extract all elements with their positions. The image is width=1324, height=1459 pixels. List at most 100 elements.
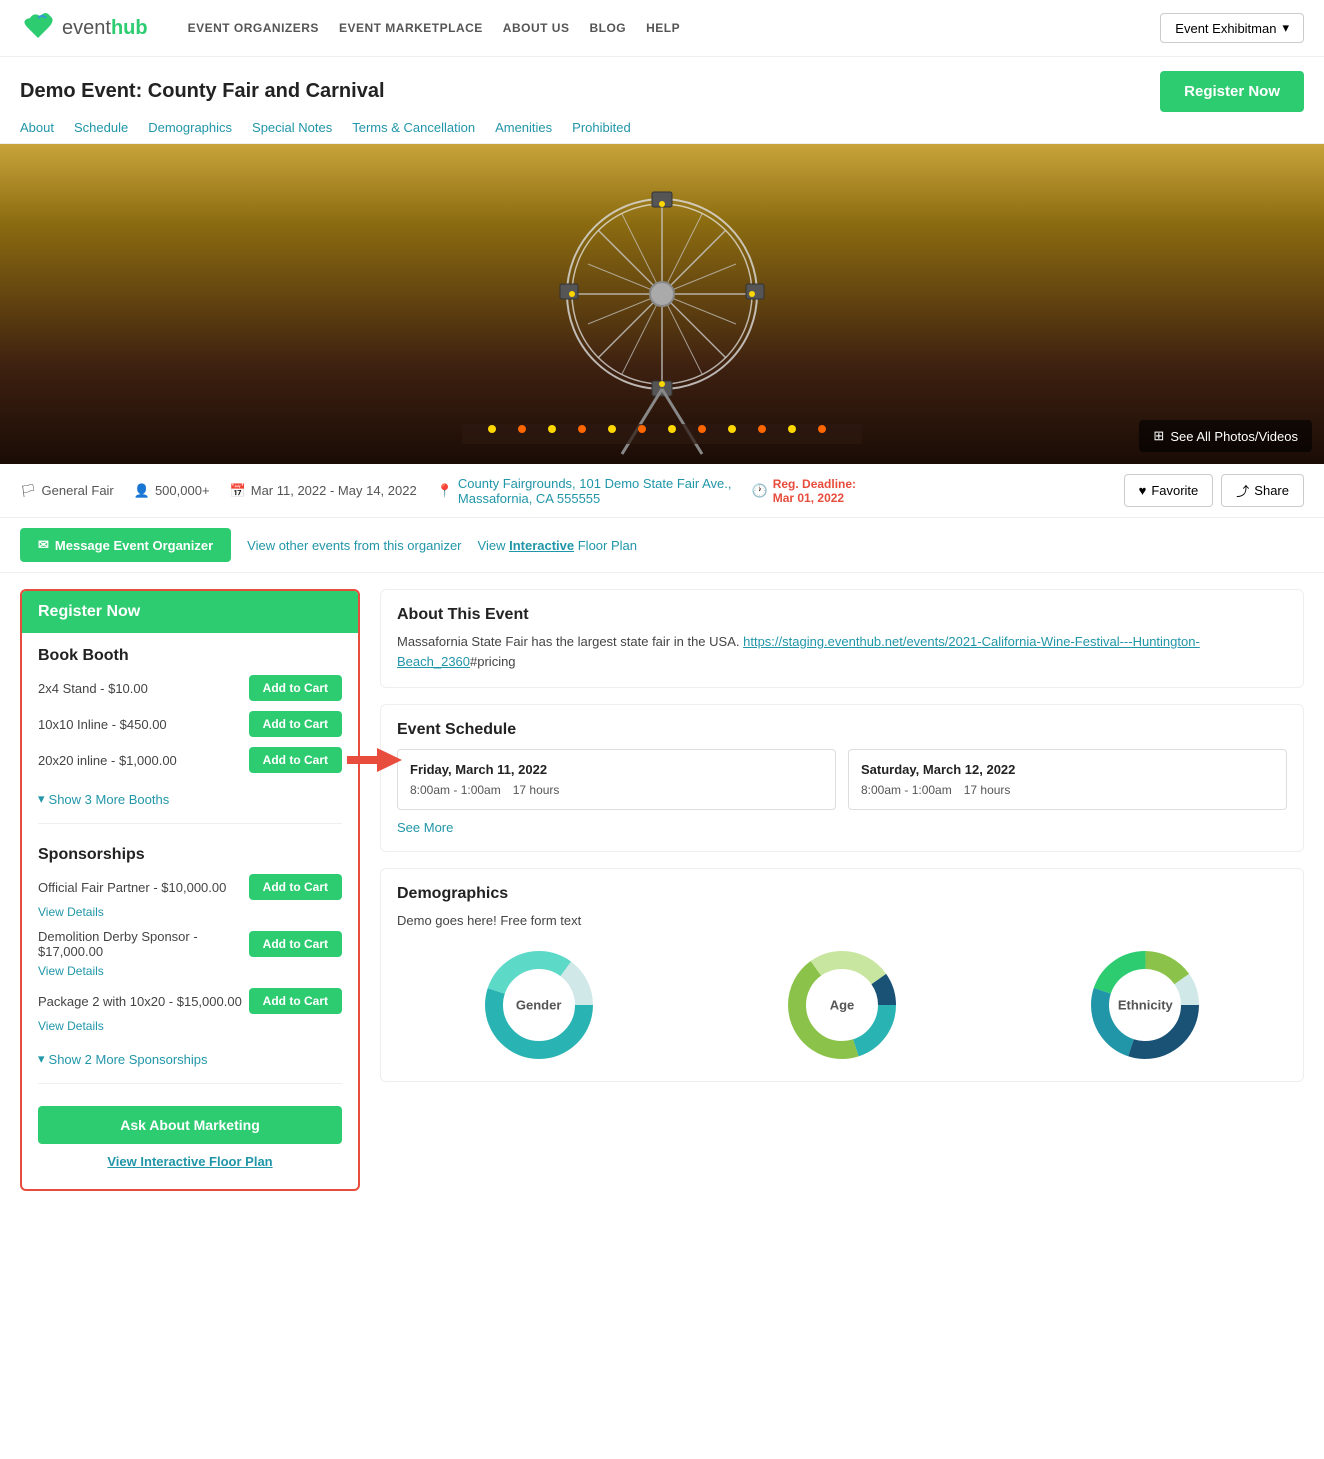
add-to-cart-button-booth-1[interactable]: Add to Cart: [249, 675, 342, 701]
calendar-icon: 📅: [230, 483, 246, 499]
flag-icon: 🏳: [20, 483, 37, 499]
ask-marketing-button[interactable]: Ask About Marketing: [38, 1106, 342, 1144]
tab-demographics[interactable]: Demographics: [148, 120, 232, 135]
share-icon: ⤴: [1236, 481, 1249, 500]
sponsor-item-2: Demolition Derby Sponsor - $17,000.00 Ad…: [38, 929, 342, 978]
sponsor-item-1: Official Fair Partner - $10,000.00 Add t…: [38, 874, 342, 919]
page-header: Demo Event: County Fair and Carnival Reg…: [0, 57, 1324, 120]
gender-donut: Gender: [479, 945, 599, 1065]
user-menu-button[interactable]: Event Exhibitman ▾: [1160, 13, 1304, 43]
meta-deadline: 🕐 Reg. Deadline: Mar 01, 2022: [752, 477, 857, 505]
action-row: ✉ Message Event Organizer View other eve…: [0, 518, 1324, 573]
schedule-card-2: Saturday, March 12, 2022 8:00am - 1:00am…: [848, 749, 1287, 810]
main-content: About This Event Massafornia State Fair …: [380, 589, 1304, 1191]
nav-right: Event Exhibitman ▾: [1160, 13, 1304, 43]
sidebar-bottom: Ask About Marketing View Interactive Flo…: [22, 1092, 358, 1173]
tab-about[interactable]: About: [20, 120, 54, 135]
book-booth-section: Book Booth 2x4 Stand - $10.00 Add to Car…: [22, 633, 358, 787]
sponsor-item-3: Package 2 with 10x20 - $15,000.00 Add to…: [38, 988, 342, 1033]
demographics-text: Demo goes here! Free form text: [397, 911, 1287, 931]
nav-links: EVENT ORGANIZERS EVENT MARKETPLACE ABOUT…: [188, 21, 681, 35]
about-title: About This Event: [397, 606, 1287, 624]
booth-item-3: 20x20 inline - $1,000.00 Add to Cart: [38, 747, 342, 773]
sidebar-divider-1: [38, 823, 342, 824]
sponsorships-section: Sponsorships Official Fair Partner - $10…: [22, 832, 358, 1047]
booth-item-2: 10x10 Inline - $450.00 Add to Cart: [38, 711, 342, 737]
register-sidebar: Register Now Book Booth 2x4 Stand - $10.…: [20, 589, 360, 1191]
view-details-link-sponsor-2[interactable]: View Details: [38, 964, 104, 978]
tab-prohibited[interactable]: Prohibited: [572, 120, 631, 135]
share-button[interactable]: ⤴ Share: [1221, 474, 1304, 507]
about-text: Massafornia State Fair has the largest s…: [397, 632, 1287, 671]
interactive-floor-plan-link-action[interactable]: View Interactive Floor Plan: [478, 538, 637, 553]
schedule-section: Event Schedule Friday, March 11, 2022 8:…: [380, 704, 1304, 852]
add-to-cart-button-booth-2[interactable]: Add to Cart: [249, 711, 342, 737]
location-icon: 📍: [437, 483, 453, 499]
see-all-photos-button[interactable]: ⊞ See All Photos/Videos: [1139, 420, 1312, 452]
hero-image: ⊞ See All Photos/Videos: [0, 144, 1324, 464]
favorite-button[interactable]: ♥ Favorite: [1124, 474, 1214, 507]
envelope-icon: ✉: [38, 537, 49, 553]
schedule-grid: Friday, March 11, 2022 8:00am - 1:00am 1…: [397, 749, 1287, 810]
gender-chart: Gender: [479, 945, 599, 1065]
main-layout: Register Now Book Booth 2x4 Stand - $10.…: [0, 573, 1324, 1207]
schedule-time-1: 8:00am - 1:00am 17 hours: [410, 783, 823, 797]
nav-event-marketplace[interactable]: EVENT MARKETPLACE: [339, 21, 483, 35]
ferris-wheel-svg: [412, 164, 912, 464]
nav-event-organizers[interactable]: EVENT ORGANIZERS: [188, 21, 319, 35]
schedule-time-2: 8:00am - 1:00am 17 hours: [861, 783, 1274, 797]
age-donut: Age: [782, 945, 902, 1065]
chart-row: Gender Age: [397, 945, 1287, 1065]
meta-type: 🏳 General Fair: [20, 483, 114, 499]
tab-special-notes[interactable]: Special Notes: [252, 120, 332, 135]
chevron-down-icon: ▾: [1282, 20, 1289, 36]
sidebar-divider-2: [38, 1083, 342, 1084]
register-now-button-top[interactable]: Register Now: [1160, 71, 1304, 112]
meta-location: 📍 County Fairgrounds, 101 Demo State Fai…: [437, 476, 732, 506]
logo[interactable]: eventhub: [20, 10, 148, 46]
message-organizer-button[interactable]: ✉ Message Event Organizer: [20, 528, 231, 562]
nav-help[interactable]: HELP: [646, 21, 680, 35]
event-meta-bar: 🏳 General Fair 👤 500,000+ 📅 Mar 11, 2022…: [0, 464, 1324, 518]
book-booth-title: Book Booth: [38, 647, 342, 665]
add-to-cart-button-sponsor-1[interactable]: Add to Cart: [249, 874, 342, 900]
meta-attendees: 👤 500,000+: [134, 483, 210, 499]
grid-icon: ⊞: [1153, 428, 1164, 444]
floor-plan-link-sidebar[interactable]: View Interactive Floor Plan: [38, 1154, 342, 1169]
schedule-card-1: Friday, March 11, 2022 8:00am - 1:00am 1…: [397, 749, 836, 810]
red-arrow-indicator: [347, 748, 402, 772]
ethnicity-donut: Ethnicity: [1085, 945, 1205, 1065]
location-link[interactable]: County Fairgrounds, 101 Demo State Fair …: [458, 476, 732, 506]
add-to-cart-button-sponsor-2[interactable]: Add to Cart: [249, 931, 342, 957]
add-to-cart-button-sponsor-3[interactable]: Add to Cart: [249, 988, 342, 1014]
section-tabs: About Schedule Demographics Special Note…: [0, 120, 1324, 144]
tab-schedule[interactable]: Schedule: [74, 120, 128, 135]
show-more-booths-link[interactable]: ▾ Show 3 More Booths: [22, 787, 358, 815]
sidebar-header: Register Now: [22, 591, 358, 633]
booth-item-1: 2x4 Stand - $10.00 Add to Cart: [38, 675, 342, 701]
age-chart: Age: [782, 945, 902, 1065]
nav-blog[interactable]: BLOG: [589, 21, 626, 35]
sponsorships-title: Sponsorships: [38, 846, 342, 864]
nav-about-us[interactable]: ABOUT US: [503, 21, 570, 35]
about-section: About This Event Massafornia State Fair …: [380, 589, 1304, 688]
add-to-cart-button-booth-3[interactable]: Add to Cart: [249, 747, 342, 773]
heart-icon: ♥: [1139, 483, 1147, 498]
see-more-schedule-link[interactable]: See More: [397, 820, 1287, 835]
tab-amenities[interactable]: Amenities: [495, 120, 552, 135]
clock-icon: 🕐: [752, 483, 768, 499]
person-icon: 👤: [134, 483, 150, 499]
ethnicity-chart: Ethnicity: [1085, 945, 1205, 1065]
demographics-title: Demographics: [397, 885, 1287, 903]
top-nav: eventhub EVENT ORGANIZERS EVENT MARKETPL…: [0, 0, 1324, 57]
chevron-down-icon-sponsors: ▾: [38, 1051, 45, 1067]
other-events-link[interactable]: View other events from this organizer: [247, 538, 461, 553]
tab-terms-cancellation[interactable]: Terms & Cancellation: [352, 120, 475, 135]
chevron-down-icon-booths: ▾: [38, 791, 45, 807]
show-more-sponsorships-link[interactable]: ▾ Show 2 More Sponsorships: [22, 1047, 358, 1075]
view-details-link-sponsor-1[interactable]: View Details: [38, 905, 104, 919]
schedule-title: Event Schedule: [397, 721, 1287, 739]
page-title: Demo Event: County Fair and Carnival: [20, 80, 385, 103]
view-details-link-sponsor-3[interactable]: View Details: [38, 1019, 104, 1033]
meta-dates: 📅 Mar 11, 2022 - May 14, 2022: [230, 483, 417, 499]
